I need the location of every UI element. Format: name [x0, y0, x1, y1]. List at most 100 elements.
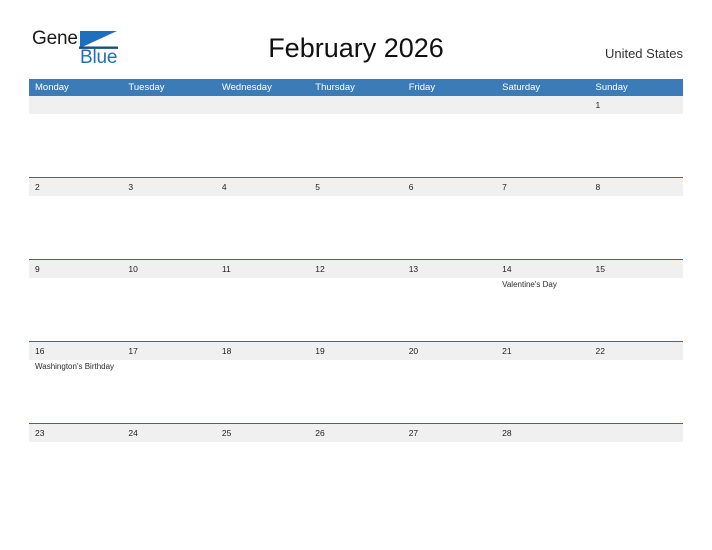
day-events [502, 442, 585, 443]
day-number: 12 [315, 264, 325, 274]
week-cells: 9 10 11 12 13 14 Valentine's Day 15 [29, 260, 683, 341]
day-number: 13 [408, 264, 419, 274]
day-number: 17 [128, 346, 138, 356]
day-cell[interactable]: 1 [590, 96, 683, 177]
day-cell[interactable]: 5 [309, 178, 402, 259]
day-events: Valentine's Day [502, 278, 585, 290]
weekday-header-wednesday: Wednesday [221, 82, 272, 93]
day-cell-empty [496, 96, 589, 177]
weekday-header-saturday: Saturday [502, 82, 541, 93]
day-number: 11 [221, 264, 231, 274]
day-cell[interactable]: 28 [496, 424, 589, 505]
day-cell[interactable]: 20 [403, 342, 496, 423]
day-events [222, 278, 305, 279]
day-number: 15 [595, 264, 605, 274]
day-cell[interactable]: 9 [29, 260, 122, 341]
calendar-weeks: 1 2 3 4 5 6 7 8 9 10 11 12 13 14 Valentine's Day 15 16 Wa… [29, 96, 683, 505]
day-cell-empty [216, 96, 309, 177]
day-events [409, 278, 492, 279]
day-number: 20 [408, 346, 419, 356]
day-cell[interactable]: 11 [216, 260, 309, 341]
weekday-header-thursday: Thursday [315, 82, 355, 93]
calendar-page: General Blue February 2026 United States… [0, 0, 712, 550]
day-number: 10 [128, 264, 138, 274]
day-cell[interactable]: 6 [403, 178, 496, 259]
day-number: 8 [595, 182, 601, 192]
day-cell[interactable]: 26 [309, 424, 402, 505]
day-number: 22 [595, 346, 605, 356]
day-number: 14 [502, 264, 512, 274]
day-events [315, 96, 398, 97]
day-cell[interactable]: 8 [590, 178, 683, 259]
day-events [128, 442, 211, 443]
day-cell[interactable]: 22 [590, 342, 683, 423]
day-cell[interactable]: 24 [122, 424, 215, 505]
day-events [596, 114, 679, 115]
day-number: 25 [221, 428, 232, 438]
week-cells: 1 [29, 96, 683, 177]
day-events [502, 360, 585, 361]
day-number: 24 [128, 428, 138, 438]
day-number: 21 [502, 346, 512, 356]
day-number: 6 [408, 182, 414, 192]
day-cell[interactable]: 2 [29, 178, 122, 259]
week-cells: 2 3 4 5 6 7 8 [29, 178, 683, 259]
day-cell[interactable]: 19 [309, 342, 402, 423]
weekday-header-tuesday: Tuesday [128, 82, 165, 93]
calendar-week-row: 23 24 25 26 27 28 [29, 423, 683, 505]
weekday-header-sunday: Sunday [595, 82, 628, 93]
day-events [502, 196, 585, 197]
day-cell[interactable]: 15 [590, 260, 683, 341]
calendar-week-row: 9 10 11 12 13 14 Valentine's Day 15 [29, 259, 683, 341]
day-events [409, 96, 492, 97]
day-number: 7 [502, 182, 507, 192]
day-cell[interactable]: 10 [122, 260, 215, 341]
day-events [128, 196, 211, 197]
day-events [502, 96, 585, 97]
day-cell[interactable]: 17 [122, 342, 215, 423]
day-cell-empty [590, 424, 683, 505]
week-cells: 16 Washington's Birthday 17 18 19 20 21 22 [29, 342, 683, 423]
day-events [35, 442, 118, 443]
day-events [315, 278, 398, 279]
day-cell[interactable]: 23 [29, 424, 122, 505]
day-number: 27 [408, 428, 419, 438]
calendar-week-row: 2 3 4 5 6 7 8 [29, 177, 683, 259]
day-cell[interactable]: 16 Washington's Birthday [29, 342, 122, 423]
day-cell[interactable]: 25 [216, 424, 309, 505]
day-cell[interactable]: 3 [122, 178, 215, 259]
day-events [596, 360, 679, 361]
day-cell[interactable]: 4 [216, 178, 309, 259]
weekday-header-friday: Friday [408, 82, 436, 93]
weekday-header-row: Monday Tuesday Wednesday Thursday Friday… [29, 79, 683, 96]
day-number: 16 [35, 346, 45, 356]
day-events [596, 424, 679, 425]
day-cell[interactable]: 27 [403, 424, 496, 505]
day-events [409, 196, 492, 197]
day-events: Washington's Birthday [35, 360, 118, 372]
day-events [596, 278, 679, 279]
calendar-grid: Monday Tuesday Wednesday Thursday Friday… [29, 79, 683, 505]
day-number: 9 [35, 264, 40, 274]
day-number: 4 [221, 182, 227, 192]
day-cell[interactable]: 7 [496, 178, 589, 259]
day-cell[interactable]: 18 [216, 342, 309, 423]
day-events [128, 360, 211, 361]
weekday-header-monday: Monday [35, 82, 69, 93]
day-number: 28 [502, 428, 512, 438]
day-events [222, 96, 305, 97]
holiday-label: Valentine's Day [502, 280, 557, 289]
day-events [409, 442, 492, 443]
day-cell[interactable]: 21 [496, 342, 589, 423]
day-number: 5 [315, 182, 320, 192]
day-cell[interactable]: 14 Valentine's Day [496, 260, 589, 341]
day-number: 18 [221, 346, 232, 356]
calendar-week-row: 16 Washington's Birthday 17 18 19 20 21 22 [29, 341, 683, 423]
day-events [128, 278, 211, 279]
page-header: General Blue February 2026 United States [0, 0, 712, 78]
day-events [35, 196, 118, 197]
day-cell[interactable]: 13 [403, 260, 496, 341]
day-number: 19 [315, 346, 325, 356]
day-cell[interactable]: 12 [309, 260, 402, 341]
day-events [35, 96, 118, 97]
